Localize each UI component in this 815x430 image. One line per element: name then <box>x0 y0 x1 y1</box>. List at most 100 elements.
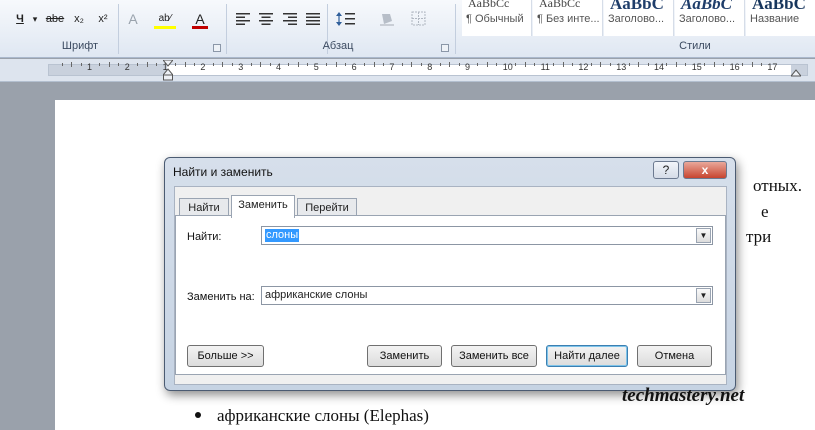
ruler-tick <box>260 62 262 67</box>
style-title[interactable]: AaBbC Название <box>746 0 815 36</box>
ruler-number: 13 <box>616 62 627 72</box>
ruler-tick <box>80 63 82 66</box>
ruler-tick <box>71 62 73 67</box>
ruler-tick <box>212 63 214 66</box>
ribbon: Ч ▾ abe x₂ x² A ab⁄ A Шрифт Абзац Стили … <box>0 0 815 58</box>
text-effects-icon[interactable]: A <box>125 9 141 29</box>
ruler-number: 3 <box>238 62 244 72</box>
style-normal[interactable]: AaBbCc ¶ Обычный <box>462 0 532 36</box>
ruler-number: 8 <box>427 62 433 72</box>
indent-marker-icon[interactable] <box>161 59 175 85</box>
align-center-icon[interactable] <box>259 13 273 28</box>
ruler-tick <box>345 63 347 66</box>
find-next-button[interactable]: Найти далее <box>546 345 628 367</box>
ruler-tick <box>562 62 564 67</box>
style-heading-2[interactable]: AaBbC Заголово... <box>675 0 745 36</box>
cancel-button[interactable]: Отмена <box>637 345 712 367</box>
ruler[interactable]: 1 2 1 2 3 4 5 6 7 8 9 10 11 12 13 14 15 16 17 <box>0 59 815 82</box>
ruler-tick <box>250 63 252 66</box>
ruler-tick <box>675 62 677 67</box>
ruler-tick <box>175 63 177 66</box>
ruler-number: 11 <box>540 62 550 72</box>
ruler-tick <box>411 62 413 67</box>
replace-label: Заменить на: <box>187 291 255 303</box>
bullet-list-item: африканские слоны (Elephas) <box>217 406 429 425</box>
ruler-number: 7 <box>389 62 395 72</box>
find-input[interactable]: слоны ▼ <box>261 226 713 245</box>
ruler-tick <box>108 62 110 67</box>
align-right-icon[interactable] <box>283 13 297 28</box>
ruler-tick <box>666 63 668 66</box>
shading-icon[interactable] <box>378 11 398 30</box>
line-spacing-icon[interactable] <box>336 11 358 30</box>
ruler-tick <box>439 63 441 66</box>
subscript-icon[interactable]: x₂ <box>70 9 88 29</box>
strikethrough-icon[interactable]: abe <box>44 9 66 29</box>
superscript-icon[interactable]: x² <box>94 9 112 29</box>
replace-all-button[interactable]: Заменить все <box>451 345 537 367</box>
highlight-icon[interactable]: ab⁄ <box>154 9 176 29</box>
ruler-tick <box>297 62 299 67</box>
styles-group-label: Стили <box>679 40 711 52</box>
dialog-title: Найти и заменить <box>173 165 273 179</box>
ruler-tick <box>61 63 63 66</box>
ruler-tick <box>628 63 630 66</box>
more-button[interactable]: Больше >> <box>187 345 264 367</box>
ruler-tick <box>723 63 725 66</box>
ruler-tick <box>364 63 366 66</box>
ruler-number: 17 <box>767 62 778 72</box>
ruler-tick <box>704 63 706 66</box>
document-text-line: е <box>761 202 769 221</box>
watermark: techmastery.net <box>622 385 745 406</box>
ruler-tick <box>307 63 309 66</box>
ruler-tick <box>751 62 753 67</box>
align-left-icon[interactable] <box>236 13 250 28</box>
dropdown-arrow-icon[interactable]: ▼ <box>696 288 711 303</box>
ruler-number: 4 <box>276 62 282 72</box>
ruler-tick <box>713 62 715 67</box>
right-indent-marker-icon[interactable] <box>789 68 803 80</box>
style-no-spacing[interactable]: AaBbCc ¶ Без инте... <box>533 0 603 36</box>
ruler-tick <box>571 63 573 66</box>
ruler-tick <box>685 63 687 66</box>
dropdown-arrow-icon[interactable]: ▾ <box>30 9 40 29</box>
ruler-tick <box>496 63 498 66</box>
replace-button[interactable]: Заменить <box>367 345 442 367</box>
underline-button[interactable]: Ч <box>14 9 26 29</box>
ruler-number: 16 <box>729 62 740 72</box>
ruler-tick <box>486 62 488 67</box>
ruler-tick <box>553 63 555 66</box>
ruler-tick <box>156 63 158 66</box>
borders-icon[interactable] <box>411 11 427 30</box>
ruler-tick <box>638 62 640 67</box>
ruler-number: 5 <box>313 62 319 72</box>
ruler-tick <box>742 63 744 66</box>
ruler-number: 12 <box>578 62 589 72</box>
bullet-icon <box>195 412 201 418</box>
ruler-tick <box>99 63 101 66</box>
replace-input[interactable]: африканские слоны ▼ <box>261 286 713 305</box>
ruler-number: 2 <box>200 62 206 72</box>
ruler-number: 9 <box>465 62 471 72</box>
dropdown-arrow-icon[interactable]: ▼ <box>696 228 711 243</box>
font-color-icon[interactable]: A <box>192 9 208 29</box>
find-replace-dialog: Найти и заменить ? x Найти Заменить Пере… <box>164 157 736 391</box>
ruler-tick <box>401 63 403 66</box>
ruler-tick <box>118 63 120 66</box>
ruler-tick <box>222 62 224 67</box>
close-button[interactable]: x <box>683 161 727 179</box>
style-name: ¶ Обычный <box>466 13 524 25</box>
style-name: Название <box>750 13 800 25</box>
style-name: ¶ Без инте... <box>537 13 600 25</box>
ruler-tick <box>609 63 611 66</box>
justify-icon[interactable] <box>306 13 320 28</box>
font-dialog-launcher-icon[interactable] <box>213 44 221 52</box>
ruler-tick <box>137 63 139 66</box>
help-button[interactable]: ? <box>653 161 679 179</box>
ruler-tick <box>449 62 451 67</box>
paragraph-dialog-launcher-icon[interactable] <box>441 44 449 52</box>
style-heading-1[interactable]: AaBbC Заголово... <box>604 0 674 36</box>
style-preview: AaBbC <box>610 0 664 13</box>
document-text-line: три <box>746 227 772 246</box>
tab-replace[interactable]: Заменить <box>231 195 295 218</box>
